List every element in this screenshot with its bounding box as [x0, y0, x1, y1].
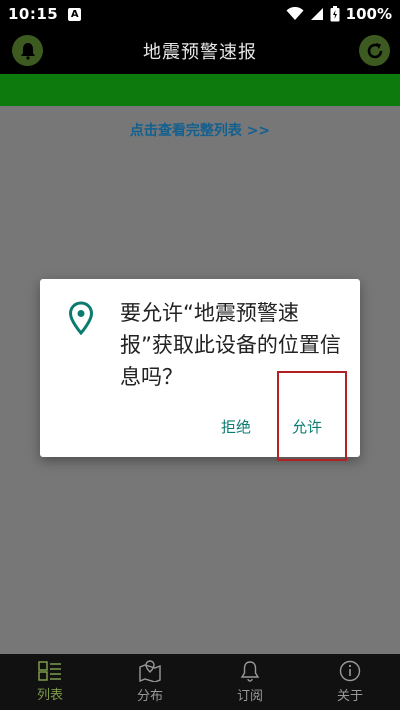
battery-percent: 100%	[345, 5, 392, 23]
bell-icon	[20, 42, 35, 60]
nav-label-list: 列表	[36, 688, 63, 703]
wifi-icon	[286, 7, 304, 20]
app-bar: 地震预警速报	[0, 28, 400, 74]
view-all-link[interactable]: 点击查看完整列表 >>	[0, 120, 400, 140]
refresh-button[interactable]	[359, 35, 390, 66]
bottom-nav: 列表 分布 订阅 关于	[0, 654, 400, 710]
info-icon	[339, 660, 361, 682]
app-title: 地震预警速报	[143, 42, 257, 63]
nav-label-about: 关于	[336, 689, 363, 704]
highlight-box	[277, 371, 347, 461]
deny-button[interactable]: 拒绝	[221, 416, 251, 437]
nav-item-list[interactable]: 列表	[0, 654, 100, 710]
nav-item-about[interactable]: 关于	[300, 654, 400, 710]
status-right: 100%	[286, 5, 392, 23]
list-icon	[38, 661, 61, 681]
battery-icon	[330, 6, 340, 22]
nav-item-map[interactable]: 分布	[100, 654, 200, 710]
nav-label-map: 分布	[136, 689, 163, 704]
a-icon: A	[68, 7, 82, 21]
refresh-icon	[367, 42, 382, 58]
signal-icon	[310, 8, 323, 20]
nav-item-subscribe[interactable]: 订阅	[200, 654, 300, 710]
alert-banner	[0, 74, 400, 106]
status-time: 10:15	[8, 5, 59, 23]
location-pin-icon	[68, 301, 94, 335]
nav-label-subscribe: 订阅	[236, 689, 263, 704]
status-bar: 10:15 A 100%	[0, 0, 400, 28]
alert-button[interactable]	[12, 35, 43, 66]
map-icon	[139, 660, 161, 682]
bell-icon	[240, 661, 260, 682]
